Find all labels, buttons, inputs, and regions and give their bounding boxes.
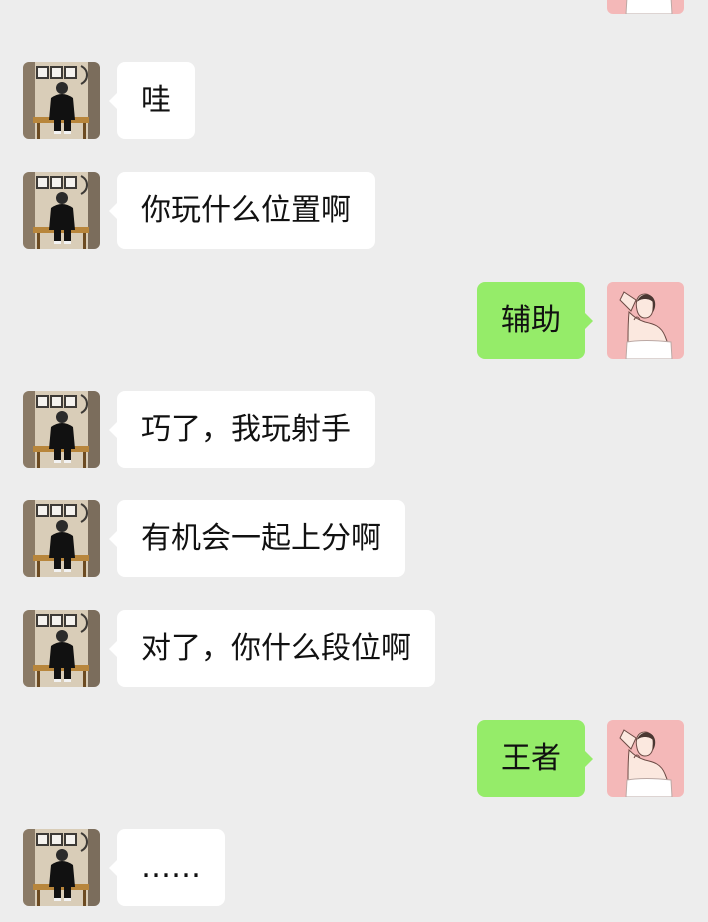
message-row: 辅助 [0, 282, 708, 360]
message-row: …… [0, 829, 708, 907]
avatar-self[interactable] [607, 282, 684, 359]
avatar-self[interactable] [607, 720, 684, 797]
message-bubble-incoming[interactable]: 对了，你什么段位啊 [117, 610, 435, 687]
bubble-tail [584, 312, 593, 330]
bubble-tail [584, 750, 593, 768]
chat-window: 哇 你玩什么位置啊 辅助 巧了，我玩射手 有机会一起上分啊 对了，你什么段位啊 … [0, 0, 708, 922]
message-bubble-incoming[interactable]: 有机会一起上分啊 [117, 500, 405, 577]
message-bubble-incoming[interactable]: 哇 [117, 62, 195, 139]
avatar-other[interactable] [23, 610, 100, 687]
avatar-other[interactable] [23, 500, 100, 577]
message-bubble-incoming[interactable]: 你玩什么位置啊 [117, 172, 375, 249]
avatar-other[interactable] [23, 829, 100, 906]
message-row: 对了，你什么段位啊 [0, 610, 708, 688]
message-row: 有机会一起上分啊 [0, 500, 708, 578]
message-row: 你玩什么位置啊 [0, 172, 708, 250]
message-bubble-incoming[interactable]: …… [117, 829, 225, 906]
message-row: 王者 [0, 720, 708, 798]
message-bubble-outgoing[interactable]: 辅助 [477, 282, 585, 359]
avatar-other[interactable] [23, 391, 100, 468]
message-row: 巧了，我玩射手 [0, 391, 708, 469]
avatar-other[interactable] [23, 62, 100, 139]
message-bubble-incoming[interactable]: 巧了，我玩射手 [117, 391, 375, 468]
avatar-self-partial[interactable] [607, 0, 684, 14]
message-row: 哇 [0, 62, 708, 140]
message-bubble-outgoing[interactable]: 王者 [477, 720, 585, 797]
avatar-other[interactable] [23, 172, 100, 249]
